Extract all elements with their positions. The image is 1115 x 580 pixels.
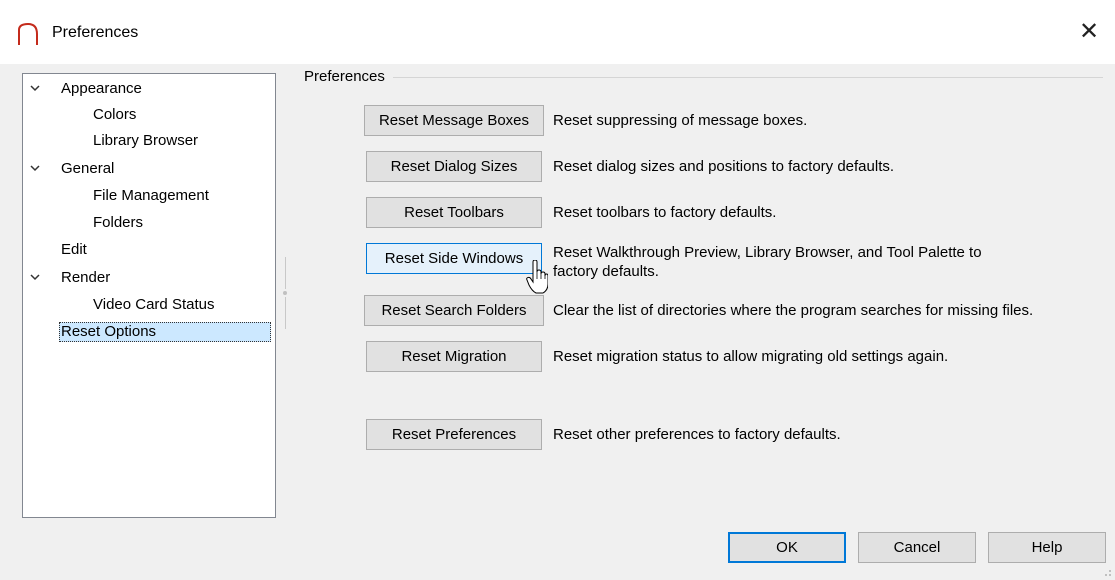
tree-item-label: General — [61, 160, 115, 177]
tree-item-label: Colors — [93, 106, 137, 123]
reset-migration-description: Reset migration status to allow migratin… — [553, 348, 949, 365]
close-button[interactable]: ✕ — [1075, 18, 1103, 46]
reset-preferences-description: Reset other preferences to factory defau… — [553, 426, 841, 443]
reset-message-boxes-description: Reset suppressing of message boxes. — [553, 112, 808, 129]
reset-toolbars-button[interactable]: Reset Toolbars — [366, 197, 542, 228]
reset-side-windows-description-line2: factory defaults. — [553, 263, 659, 280]
tree-item-label: Video Card Status — [93, 296, 215, 313]
reset-side-windows-description-line1: Reset Walkthrough Preview, Library Brows… — [553, 244, 982, 261]
help-button[interactable]: Help — [988, 532, 1106, 563]
chevron-down-icon[interactable] — [29, 268, 41, 288]
reset-message-boxes-button[interactable]: Reset Message Boxes — [364, 105, 544, 136]
tree-item-reset-options[interactable]: Reset Options — [25, 322, 271, 342]
group-divider — [304, 77, 1103, 78]
title-bar: Preferences ✕ — [0, 0, 1115, 64]
tree-item-label: Folders — [93, 214, 144, 231]
tree-item-label: Edit — [61, 241, 87, 258]
preferences-dialog: Preferences ✕ Appearance Colors Library … — [0, 0, 1115, 580]
category-tree[interactable]: Appearance Colors Library Browser Genera… — [22, 73, 276, 518]
splitter-grip-icon — [283, 291, 287, 295]
chevron-down-icon[interactable] — [29, 159, 41, 179]
tree-item-label: Library Browser — [93, 132, 199, 149]
close-icon: ✕ — [1078, 18, 1100, 45]
reset-search-folders-description: Clear the list of directories where the … — [553, 302, 1034, 319]
window-title: Preferences — [52, 24, 139, 41]
reset-side-windows-button[interactable]: Reset Side Windows — [366, 243, 542, 274]
chevron-down-icon[interactable] — [29, 79, 41, 99]
reset-dialog-sizes-button[interactable]: Reset Dialog Sizes — [366, 151, 542, 182]
ok-button[interactable]: OK — [728, 532, 846, 563]
reset-dialog-sizes-description: Reset dialog sizes and positions to fact… — [553, 158, 895, 175]
arch-logo-icon — [18, 22, 38, 45]
tree-item-label: Appearance — [61, 80, 142, 97]
cancel-button[interactable]: Cancel — [858, 532, 976, 563]
group-title: Preferences — [304, 67, 393, 87]
reset-migration-button[interactable]: Reset Migration — [366, 341, 542, 372]
reset-toolbars-description: Reset toolbars to factory defaults. — [553, 204, 777, 221]
tree-item-label: File Management — [93, 187, 209, 204]
resize-grip-icon[interactable] — [1100, 565, 1112, 577]
tree-item-label: Reset Options — [59, 322, 271, 342]
reset-preferences-button[interactable]: Reset Preferences — [366, 419, 542, 450]
panel-splitter[interactable] — [283, 257, 287, 329]
reset-search-folders-button[interactable]: Reset Search Folders — [364, 295, 544, 326]
tree-item-label: Render — [61, 269, 111, 286]
